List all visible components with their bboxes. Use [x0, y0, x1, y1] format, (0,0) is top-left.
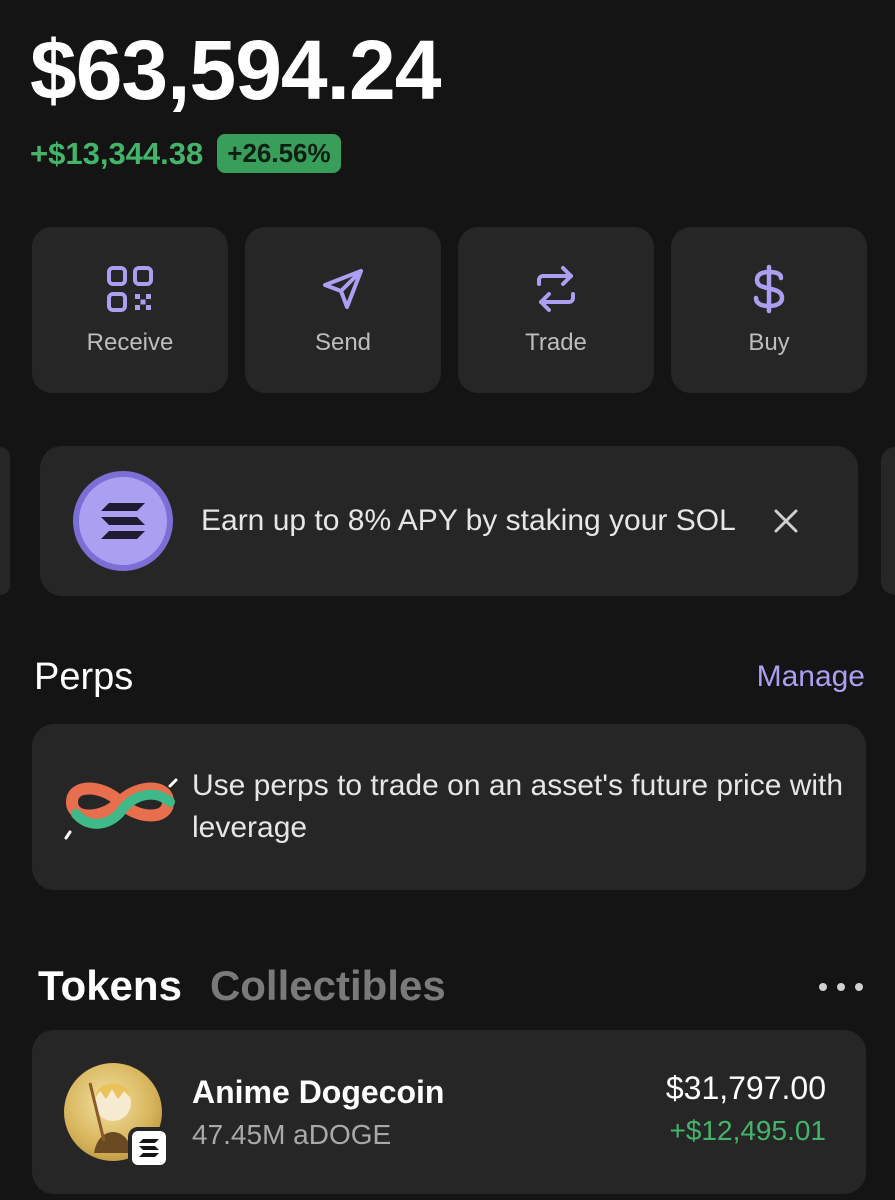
trade-button[interactable]: Trade — [458, 227, 654, 393]
receive-button[interactable]: Receive — [32, 227, 228, 393]
receive-label: Receive — [86, 329, 174, 356]
perps-icon — [62, 762, 182, 852]
tab-collectibles[interactable]: Collectibles — [210, 962, 446, 1010]
token-amount: 47.45M aDOGE — [192, 1118, 392, 1150]
buy-label: Buy — [748, 329, 790, 356]
trade-label: Trade — [525, 329, 587, 356]
perps-info-card[interactable]: Use perps to trade on an asset's future … — [32, 724, 866, 890]
dot — [855, 983, 863, 991]
previous-promo-card-peek[interactable] — [0, 447, 10, 595]
dot — [837, 983, 845, 991]
swap-icon — [530, 263, 582, 315]
next-promo-card-peek[interactable] — [881, 447, 895, 595]
close-icon[interactable] — [761, 496, 811, 546]
balance-change-amount: +$13,344.38 — [30, 135, 204, 171]
send-label: Send — [314, 329, 372, 356]
balance-change-percent-badge: +26.56% — [217, 134, 341, 173]
solana-chain-badge-icon — [128, 1127, 170, 1169]
staking-promo-text: Earn up to 8% APY by staking your SOL — [201, 504, 736, 537]
manage-perps-link[interactable]: Manage — [757, 660, 865, 694]
quick-actions: Receive Send Trade Buy — [32, 227, 867, 393]
token-row[interactable]: Anime Dogecoin 47.45M aDOGE $31,797.00 +… — [32, 1030, 866, 1194]
solana-logo-icon — [73, 471, 173, 571]
balance-change: +$13,344.38 +26.56% — [30, 134, 341, 173]
more-options-icon[interactable] — [819, 972, 863, 1002]
token-change: +$12,495.01 — [669, 1115, 827, 1146]
asset-tabs: Tokens Collectibles — [38, 962, 446, 1010]
perps-section-title: Perps — [34, 656, 134, 698]
dot — [819, 983, 827, 991]
token-name: Anime Dogecoin — [192, 1073, 445, 1110]
total-balance: $63,594.24 — [30, 23, 441, 117]
send-button[interactable]: Send — [245, 227, 441, 393]
token-value: $31,797.00 — [665, 1070, 826, 1106]
dollar-icon — [743, 263, 795, 315]
token-avatar-icon — [64, 1063, 170, 1169]
tab-tokens[interactable]: Tokens — [38, 962, 182, 1010]
buy-button[interactable]: Buy — [671, 227, 867, 393]
token-values: $31,797.00 +$12,495.01 — [666, 1070, 826, 1147]
token-info: Anime Dogecoin 47.45M aDOGE — [192, 1074, 444, 1151]
qr-code-icon — [104, 263, 156, 315]
perps-description: Use perps to trade on an asset's future … — [192, 769, 844, 844]
send-icon — [317, 263, 369, 315]
staking-promo-card[interactable]: Earn up to 8% APY by staking your SOL — [40, 446, 858, 596]
